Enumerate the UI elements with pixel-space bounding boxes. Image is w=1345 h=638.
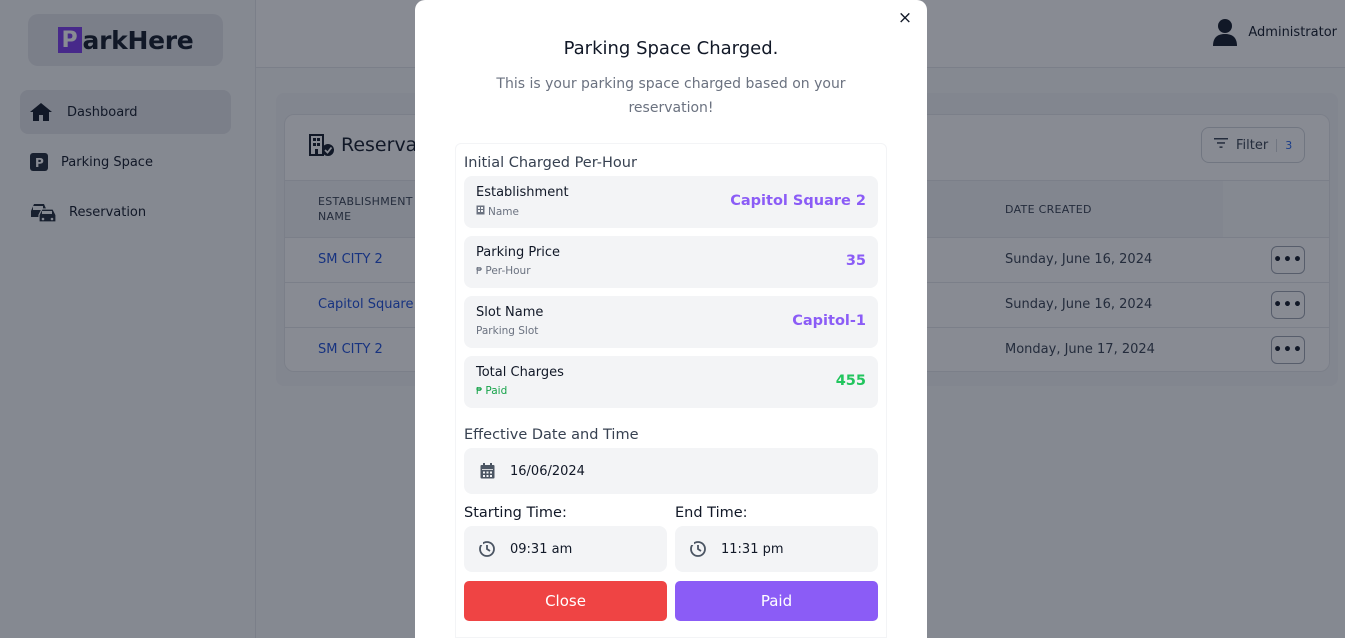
end-time-value: 11:31 pm [721,541,784,557]
info-label: Establishment [476,185,569,200]
establishment-value: Capitol Square 2 [730,193,866,209]
close-icon[interactable]: × [897,10,913,27]
info-sublabel-text: Name [488,205,519,218]
peso-icon: ₱ [476,385,483,397]
date-field[interactable]: 16/06/2024 [464,448,878,494]
info-sublabel: ₱ Per-Hour [476,265,531,277]
parking-charge-modal: × Parking Space Charged. This is your pa… [415,0,927,638]
total-value: 455 [835,373,866,389]
calendar-icon [478,462,496,480]
info-sublabel: ₱ Paid [476,385,507,397]
info-sublabel-text: Per-Hour [485,265,531,277]
start-time-label: Starting Time: [464,505,567,521]
total-info-row: Total Charges ₱ Paid 455 [464,356,878,408]
info-sublabel-text: Parking Slot [476,325,539,337]
section-label-charged: Initial Charged Per-Hour [464,155,637,171]
info-sublabel: Name [476,205,519,218]
info-sublabel: Parking Slot [476,325,538,337]
date-value: 16/06/2024 [510,463,585,479]
start-time-field[interactable]: 09:31 am [464,526,667,572]
building-icon [476,205,485,218]
modal-title: Parking Space Charged. [563,38,779,59]
timer-icon [478,540,496,558]
start-time-value: 09:31 am [510,541,573,557]
info-label: Slot Name [476,305,544,320]
section-label-date: Effective Date and Time [464,427,639,443]
slot-info-row: Slot Name Parking Slot Capitol-1 [464,296,878,348]
price-value: 35 [845,253,866,269]
paid-button[interactable]: Paid [675,581,878,621]
modal-subtitle: This is your parking space charged based… [496,76,846,116]
close-button[interactable]: Close [464,581,667,621]
info-label: Parking Price [476,245,561,260]
price-info-row: Parking Price ₱ Per-Hour 35 [464,236,878,288]
end-time-label: End Time: [675,505,748,521]
end-time-field[interactable]: 11:31 pm [675,526,878,572]
timer-icon [689,540,707,558]
slot-value: Capitol-1 [792,313,866,329]
establishment-info-row: Establishment Name Capitol Square 2 [464,176,878,228]
paid-status-text: Paid [485,385,508,397]
peso-icon: ₱ [476,265,483,277]
info-label: Total Charges [476,365,564,380]
